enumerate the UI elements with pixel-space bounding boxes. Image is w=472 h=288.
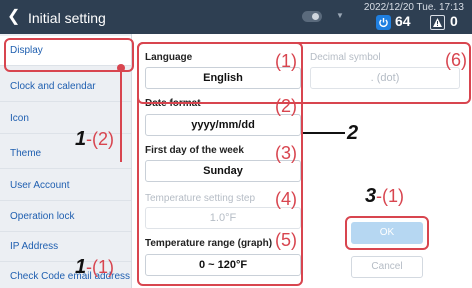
annotation-1-2-sub: -(2) (86, 129, 114, 149)
annotation-n3: (3) (275, 143, 297, 163)
power-count: 64 (395, 13, 411, 29)
header-bar: ❮ Initial setting ▼ 2022/12/20 Tue. 17:1… (0, 0, 472, 34)
annotation-2-line (303, 132, 345, 134)
annotation-line (120, 70, 122, 162)
sidebar-item-user-account[interactable]: User Account (0, 171, 131, 201)
toggle-icon[interactable] (302, 11, 322, 22)
annotation-ok-box (345, 216, 429, 250)
sidebar-item-operation-lock[interactable]: Operation lock (0, 202, 131, 232)
annotation-1-1-number: 1 (75, 256, 87, 278)
power-icon (376, 15, 391, 30)
annotation-n1: (1) (275, 51, 297, 71)
annotation-n6: (6) (445, 50, 467, 70)
datetime: 2022/12/20 Tue. 17:13 (363, 2, 464, 13)
annotation-3-1-number: 3 (365, 185, 377, 207)
annotation-3-1-sub: -(1) (376, 186, 404, 206)
annotation-n2: (2) (275, 96, 297, 116)
caret-down-icon[interactable]: ▼ (336, 11, 344, 20)
annotation-1-2-number: 1 (75, 128, 87, 150)
annotation-2-number: 2 (347, 122, 359, 144)
chevron-left-icon[interactable]: ❮ (7, 8, 23, 26)
annotation-n4: (4) (275, 189, 297, 209)
cancel-button[interactable]: Cancel (351, 256, 423, 278)
sidebar-item-clock[interactable]: Clock and calendar (0, 72, 131, 102)
sidebar: Display Clock and calendar Icon Theme Us… (0, 34, 132, 288)
alert-count: 0 (450, 13, 458, 29)
annotation-1-1-sub: -(1) (86, 257, 114, 277)
alert-icon (430, 15, 445, 30)
annotation-sidebar-display-box (4, 38, 134, 72)
annotation-n5: (5) (275, 230, 297, 250)
page-title: Initial setting (28, 10, 106, 26)
